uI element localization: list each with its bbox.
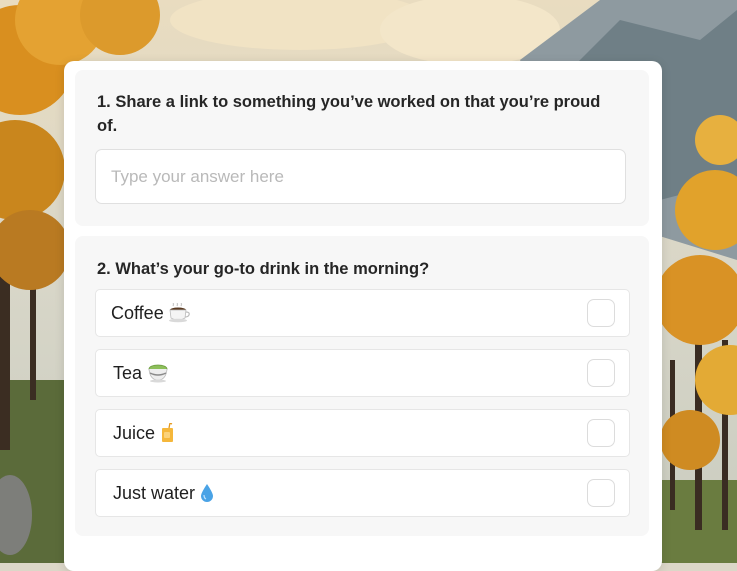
question-2-section: 2. What’s your go-to drink in the mornin… xyxy=(75,236,649,536)
tea-checkbox[interactable] xyxy=(587,359,615,387)
just-water-checkbox[interactable] xyxy=(587,479,615,507)
droplet-icon xyxy=(201,484,214,502)
survey-card: 1. Share a link to something you’ve work… xyxy=(64,61,662,571)
question-1-number: 1. xyxy=(97,93,111,111)
juice-box-icon xyxy=(162,423,174,442)
question-2-text: What’s your go-to drink in the morning? xyxy=(115,260,430,278)
option-label: Juice xyxy=(113,423,156,443)
option-label: Tea xyxy=(113,363,143,383)
option-juice[interactable]: Juice xyxy=(95,409,630,457)
question-2-title: 2. What’s your go-to drink in the mornin… xyxy=(97,257,609,281)
option-tea[interactable]: Tea xyxy=(95,349,630,397)
matcha-tea-icon xyxy=(148,364,168,383)
question-1-text: Share a link to something you’ve worked … xyxy=(97,93,601,135)
coffee-checkbox[interactable] xyxy=(587,299,615,327)
option-just-water[interactable]: Just water xyxy=(95,469,630,517)
option-coffee[interactable]: Coffee xyxy=(95,289,630,337)
answer-text-input[interactable] xyxy=(95,149,626,204)
option-label: Just water xyxy=(113,483,196,503)
question-1-section: 1. Share a link to something you’ve work… xyxy=(75,70,649,226)
hot-beverage-icon xyxy=(168,303,190,323)
juice-checkbox[interactable] xyxy=(587,419,615,447)
option-label: Coffee xyxy=(111,303,164,323)
question-1-title: 1. Share a link to something you’ve work… xyxy=(97,90,609,138)
question-2-number: 2. xyxy=(97,260,111,278)
